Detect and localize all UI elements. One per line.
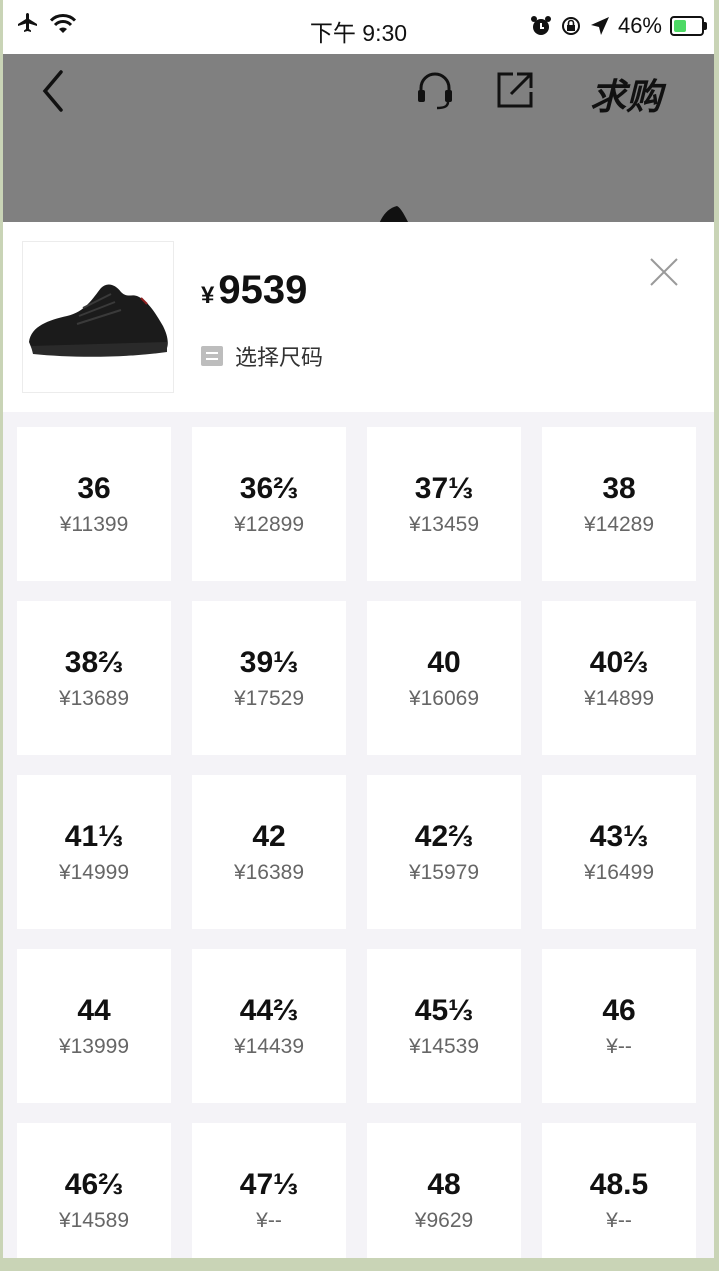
size-option[interactable]: 38 ¥14289 (542, 427, 696, 581)
size-option-price: ¥15979 (408, 860, 480, 884)
size-option-size: 42 (252, 819, 286, 853)
share-icon[interactable] (493, 68, 537, 112)
size-option[interactable]: 46 ¥-- (542, 949, 696, 1103)
size-option-price: ¥11399 (59, 512, 129, 536)
product-image-peek (379, 206, 409, 224)
size-option-price: ¥13999 (58, 1034, 130, 1058)
size-option[interactable]: 48.5 ¥-- (542, 1123, 696, 1258)
size-chart-icon (201, 346, 223, 366)
app-screen: 下午 9:30 46% 求购 ¥ 9539 选择尺码 36 ¥11399 36⅔… (3, 0, 714, 1258)
price-value: 9539 (218, 268, 308, 312)
size-option[interactable]: 44⅔ ¥14439 (192, 949, 346, 1103)
size-grid: 36 ¥11399 36⅔ ¥12899 37⅓ ¥13459 38 ¥14289 38⅔ ¥13… (17, 427, 696, 1258)
size-option-size: 47⅓ (239, 1167, 299, 1201)
size-option-price: ¥-- (256, 1208, 282, 1232)
size-option-size: 44⅔ (239, 993, 299, 1027)
dimmed-page-header: 下午 9:30 46% 求购 (3, 0, 714, 224)
battery-icon (670, 16, 707, 36)
select-size-hint: 选择尺码 (201, 340, 323, 372)
size-option-size: 37⅓ (414, 471, 474, 505)
size-option-size: 36⅔ (239, 471, 299, 505)
size-option-price: ¥13459 (408, 512, 480, 536)
size-grid-area: 36 ¥11399 36⅔ ¥12899 37⅓ ¥13459 38 ¥14289 38⅔ ¥13… (3, 412, 714, 1258)
size-option[interactable]: 36⅔ ¥12899 (192, 427, 346, 581)
size-option[interactable]: 47⅓ ¥-- (192, 1123, 346, 1258)
size-selection-sheet: ¥9539 选择尺码 36 ¥11399 36⅔ ¥12899 37⅓ ¥13459 38 ¥… (3, 222, 714, 1258)
size-option-price: ¥14539 (408, 1034, 480, 1058)
product-thumbnail (22, 241, 174, 393)
size-option-size: 41⅓ (64, 819, 124, 853)
size-option-price: ¥14589 (58, 1208, 130, 1232)
size-option-size: 46⅔ (64, 1167, 124, 1201)
size-option-price: ¥16069 (408, 686, 480, 710)
top-navigation-bar: 求购 (3, 54, 714, 134)
size-option[interactable]: 38⅔ ¥13689 (17, 601, 171, 755)
size-option[interactable]: 46⅔ ¥14589 (17, 1123, 171, 1258)
size-option-size: 44 (77, 993, 111, 1027)
size-option[interactable]: 43⅓ ¥16499 (542, 775, 696, 929)
sneaker-image (29, 284, 168, 357)
size-option-size: 45⅓ (414, 993, 474, 1027)
customer-service-headset-icon[interactable] (413, 68, 457, 112)
size-option-size: 38 (602, 471, 636, 505)
size-option-price: ¥-- (606, 1208, 632, 1232)
size-option-size: 42⅔ (414, 819, 474, 853)
size-option-price: ¥16499 (583, 860, 655, 884)
size-option-price: ¥-- (606, 1034, 632, 1058)
size-option-size: 48 (427, 1167, 461, 1201)
size-option-price: ¥14899 (583, 686, 655, 710)
size-option-size: 38⅔ (64, 645, 124, 679)
size-option-price: ¥14289 (583, 512, 655, 536)
size-option-size: 40⅔ (589, 645, 649, 679)
size-option-price: ¥17529 (233, 686, 305, 710)
size-option[interactable]: 37⅓ ¥13459 (367, 427, 521, 581)
product-summary: ¥9539 选择尺码 (3, 222, 714, 412)
size-option-price: ¥14999 (58, 860, 130, 884)
size-option-size: 36 (77, 471, 111, 505)
size-option-size: 39⅓ (239, 645, 299, 679)
size-option[interactable]: 40 ¥16069 (367, 601, 521, 755)
size-option[interactable]: 36 ¥11399 (17, 427, 171, 581)
size-option-price: ¥14439 (233, 1034, 305, 1058)
size-option[interactable]: 42⅔ ¥15979 (367, 775, 521, 929)
size-option[interactable]: 42 ¥16389 (192, 775, 346, 929)
size-option-size: 48.5 (589, 1167, 649, 1201)
size-option-price: ¥16389 (233, 860, 305, 884)
size-option[interactable]: 41⅓ ¥14999 (17, 775, 171, 929)
size-option-price: ¥9629 (414, 1208, 474, 1232)
price-currency: ¥ (201, 282, 215, 309)
location-arrow-icon (590, 17, 609, 35)
size-option[interactable]: 44 ¥13999 (17, 949, 171, 1103)
back-button[interactable] (33, 66, 73, 116)
size-option-price: ¥13689 (58, 686, 130, 710)
selected-price: ¥9539 (201, 268, 307, 313)
status-bar: 下午 9:30 46% (3, 0, 714, 54)
size-option[interactable]: 39⅓ ¥17529 (192, 601, 346, 755)
size-option-size: 43⅓ (589, 819, 649, 853)
size-option[interactable]: 45⅓ ¥14539 (367, 949, 521, 1103)
size-option-price: ¥12899 (233, 512, 305, 536)
battery-percent: 46% (617, 13, 662, 38)
size-option[interactable]: 48 ¥9629 (367, 1123, 521, 1258)
size-option[interactable]: 40⅔ ¥14899 (542, 601, 696, 755)
size-option-size: 46 (602, 993, 636, 1027)
size-option-size: 40 (427, 645, 461, 679)
alarm-icon (530, 16, 551, 35)
orientation-lock-icon (561, 17, 580, 35)
select-size-label: 选择尺码 (235, 345, 324, 370)
close-button[interactable] (648, 256, 680, 288)
buy-request-button[interactable]: 求购 (590, 68, 662, 120)
